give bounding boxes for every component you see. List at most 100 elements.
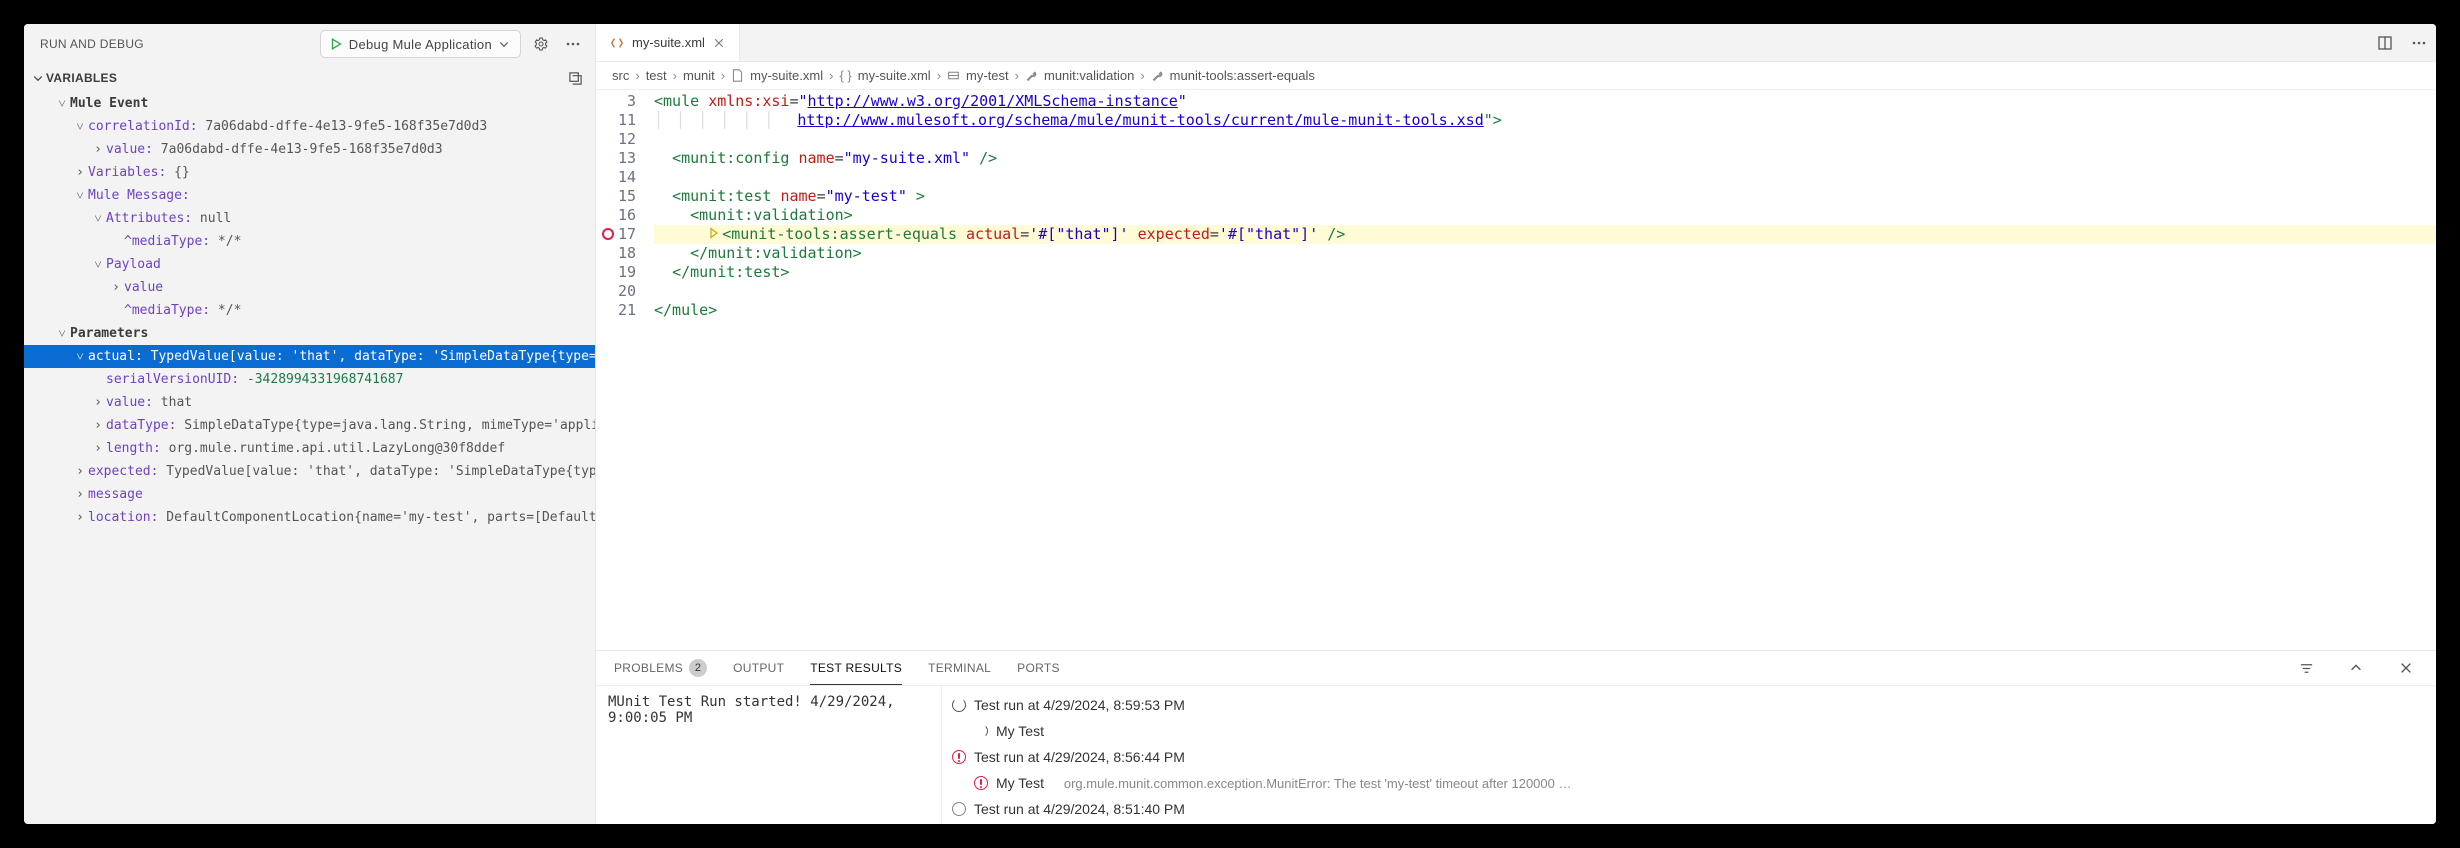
wrench-icon (1151, 69, 1164, 82)
editor-area: my-suite.xml src› test› munit› my-suite.… (596, 24, 2436, 824)
close-icon[interactable] (713, 37, 725, 49)
bc-munit[interactable]: munit (683, 68, 715, 83)
val-label: */* (218, 234, 241, 249)
line-num: 14 (596, 168, 646, 187)
breadcrumb[interactable]: src› test› munit› my-suite.xml› { } my-s… (596, 62, 2436, 90)
val-label: that (161, 395, 192, 410)
chevron-up-icon[interactable] (2344, 656, 2368, 680)
more-icon[interactable] (561, 32, 585, 56)
test-console[interactable]: MUnit Test Run started! 4/29/2024, 9:00:… (596, 686, 942, 824)
spinner-icon (952, 698, 966, 712)
collapse-all-icon[interactable] (563, 66, 587, 90)
val-label: 7a06dabd-dffe-4e13-9fe5-168f35e7d0d3 (205, 119, 487, 134)
tab-problems[interactable]: PROBLEMS2 (614, 651, 707, 685)
tree-item-mule-message[interactable]: ˅Mule Message: (24, 184, 595, 207)
tree-item-location[interactable]: ›location: DefaultComponentLocation{name… (24, 506, 595, 529)
tab-test-results[interactable]: TEST RESULTS (810, 651, 902, 685)
more-icon[interactable] (2402, 24, 2436, 61)
file-icon (731, 69, 744, 82)
tab-output[interactable]: OUTPUT (733, 651, 784, 685)
line-num: 3 (596, 92, 646, 111)
key-label: value: (106, 395, 153, 410)
test-run-row[interactable]: My Test org.mule.munit.common.exception.… (952, 770, 2426, 796)
val-label: 7a06dabd-dffe-4e13-9fe5-168f35e7d0d3 (161, 142, 443, 157)
test-run-row[interactable]: Test run at 4/29/2024, 8:59:53 PM (952, 692, 2426, 718)
line-gutter: 3 11 12 13 14 15 16 17 18 19 20 21 (596, 90, 646, 650)
tree-item-payload[interactable]: ˅Payload (24, 253, 595, 276)
debug-config-button[interactable]: Debug Mule Application (320, 30, 521, 58)
debug-config-label: Debug Mule Application (349, 37, 492, 52)
bc-t1[interactable]: my-test (966, 68, 1009, 83)
key-label: serialVersionUID: (106, 372, 239, 387)
xml-file-icon (610, 36, 624, 50)
line-num: 20 (596, 282, 646, 301)
execution-pointer-icon (708, 227, 720, 239)
test-run-row[interactable]: Test run at 4/29/2024, 8:51:40 PM (952, 796, 2426, 822)
error-message: org.mule.munit.common.exception.MunitErr… (1064, 776, 1572, 791)
tree-item-actual[interactable]: ˅actual: TypedValue[value: 'that', dataT… (24, 345, 595, 368)
filter-icon[interactable] (2294, 656, 2318, 680)
val-label: TypedValue[value: 'that', dataType: 'Sim… (166, 464, 595, 479)
line-num: 11 (596, 111, 646, 130)
code-editor[interactable]: 3 11 12 13 14 15 16 17 18 19 20 21 <mule… (596, 90, 2436, 650)
tree-item-correlation-id[interactable]: ˅correlationId: 7a06dabd-dffe-4e13-9fe5-… (24, 115, 595, 138)
tree-item-attributes[interactable]: ˅Attributes: null (24, 207, 595, 230)
tree-item-mediatype[interactable]: ›^mediaType: */* (24, 230, 595, 253)
val-label: */* (218, 303, 241, 318)
breakpoint-icon[interactable] (602, 228, 614, 240)
parameters-label: Parameters (70, 326, 148, 341)
bc-test[interactable]: test (646, 68, 667, 83)
tree-item-mediatype2[interactable]: ›^mediaType: */* (24, 299, 595, 322)
pending-icon (952, 802, 966, 816)
key-label: message (88, 487, 143, 502)
code-body[interactable]: <mule xmlns:xsi="http://www.w3.org/2001/… (646, 90, 2436, 650)
run-debug-title: RUN AND DEBUG (34, 37, 312, 51)
tree-item-variables[interactable]: ›Variables: {} (24, 161, 595, 184)
val-label: null (200, 211, 231, 226)
key-label: Mule Message: (88, 188, 190, 203)
val-label: org.mule.runtime.api.util.LazyLong@30f8d… (169, 441, 506, 456)
key-label: actual: (88, 349, 143, 364)
key-label: correlationId: (88, 119, 198, 134)
tree-item-mule-event[interactable]: ˅Mule Event (24, 92, 595, 115)
tree-item-message[interactable]: ›message (24, 483, 595, 506)
bc-file[interactable]: my-suite.xml (750, 68, 823, 83)
bottom-panel-tabs: PROBLEMS2 OUTPUT TEST RESULTS TERMINAL P… (596, 651, 2436, 686)
tab-my-suite[interactable]: my-suite.xml (596, 24, 740, 61)
tree-item-suid[interactable]: ›serialVersionUID: -3428994331968741687 (24, 368, 595, 391)
test-run-row[interactable]: My Test (952, 718, 2426, 744)
key-label: Variables: (88, 165, 166, 180)
variables-tree: ˅Mule Event ˅correlationId: 7a06dabd-dff… (24, 92, 595, 533)
gear-icon[interactable] (529, 32, 553, 56)
tree-item-parameters[interactable]: ˅Parameters (24, 322, 595, 345)
tree-item-value2[interactable]: ›value (24, 276, 595, 299)
tree-item-datatype[interactable]: ›dataType: SimpleDataType{type=java.lang… (24, 414, 595, 437)
key-label: Payload (106, 257, 161, 272)
tab-terminal[interactable]: TERMINAL (928, 651, 991, 685)
bc-ns[interactable]: my-suite.xml (858, 68, 931, 83)
bc-t3[interactable]: munit-tools:assert-equals (1170, 68, 1315, 83)
key-label: location: (88, 510, 158, 525)
key-label: ^mediaType: (124, 303, 210, 318)
chevron-down-icon (498, 38, 510, 50)
tab-ports[interactable]: PORTS (1017, 651, 1060, 685)
close-icon[interactable] (2394, 656, 2418, 680)
key-label: Attributes: (106, 211, 192, 226)
test-run-row[interactable]: Test run at 4/29/2024, 8:56:44 PM (952, 744, 2426, 770)
val-label: -3428994331968741687 (247, 372, 404, 387)
test-runs-list: Test run at 4/29/2024, 8:59:53 PM My Tes… (942, 686, 2436, 824)
tree-item-value3[interactable]: ›value: that (24, 391, 595, 414)
bc-src[interactable]: src (612, 68, 629, 83)
symbol-icon (947, 69, 960, 82)
key-label: length: (106, 441, 161, 456)
line-num: 17 (596, 225, 646, 244)
bc-t2[interactable]: munit:validation (1044, 68, 1134, 83)
tree-item-value[interactable]: ›value: 7a06dabd-dffe-4e13-9fe5-168f35e7… (24, 138, 595, 161)
tree-item-expected[interactable]: ›expected: TypedValue[value: 'that', dat… (24, 460, 595, 483)
split-editor-icon[interactable] (2368, 24, 2402, 61)
tree-item-length[interactable]: ›length: org.mule.runtime.api.util.LazyL… (24, 437, 595, 460)
app-root: RUN AND DEBUG Debug Mule Application (24, 24, 2436, 824)
variables-section-header[interactable]: VARIABLES (24, 64, 595, 92)
key-label: expected: (88, 464, 158, 479)
mule-event-label: Mule Event (70, 96, 148, 111)
